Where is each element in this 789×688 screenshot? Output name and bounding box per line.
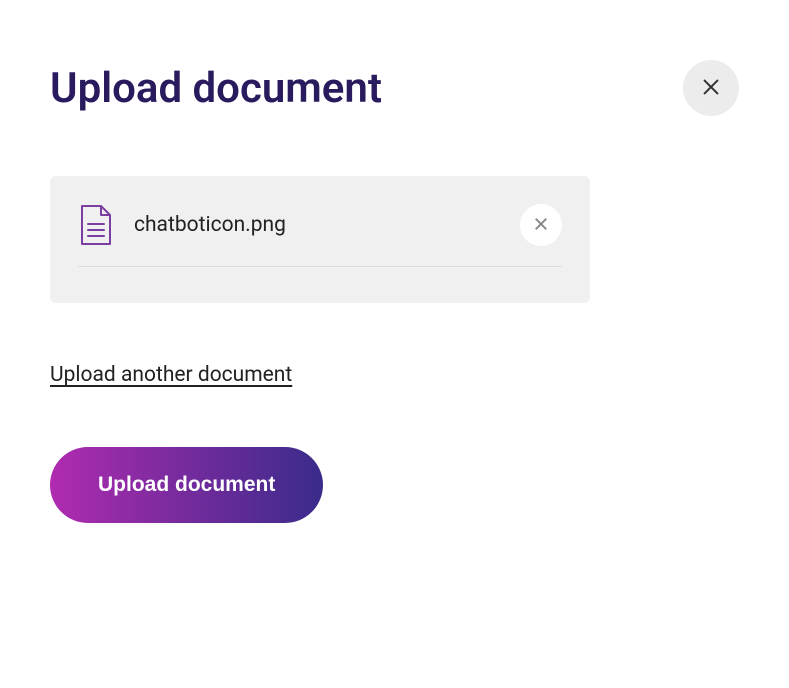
close-button[interactable] xyxy=(683,60,739,116)
page-title: Upload document xyxy=(50,64,382,113)
document-icon xyxy=(78,204,112,246)
dialog-header: Upload document xyxy=(50,60,739,116)
remove-file-button[interactable] xyxy=(520,204,562,246)
remove-icon xyxy=(533,216,549,235)
file-row: chatboticon.png xyxy=(78,204,562,267)
file-card: chatboticon.png xyxy=(50,176,590,303)
file-name: chatboticon.png xyxy=(134,213,498,237)
upload-another-link[interactable]: Upload another document xyxy=(50,363,292,387)
upload-document-button[interactable]: Upload document xyxy=(50,447,323,523)
close-icon xyxy=(700,76,722,101)
